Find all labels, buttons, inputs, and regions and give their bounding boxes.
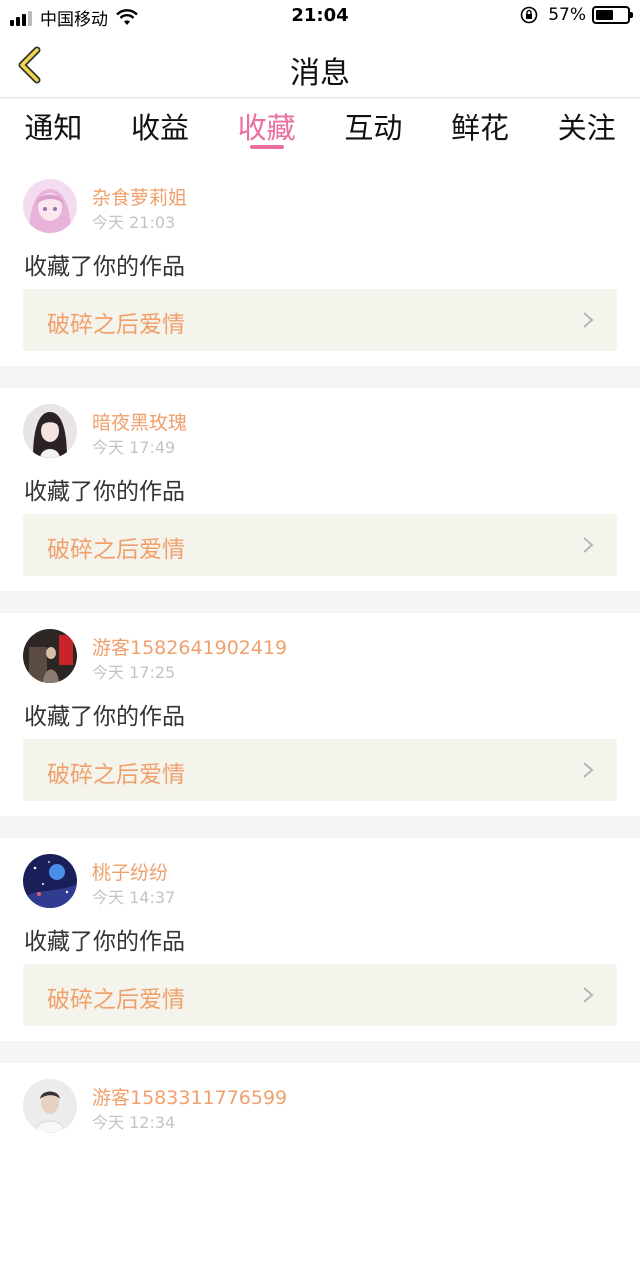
username[interactable]: 游客1583311776599 <box>92 1083 287 1110</box>
tab-label: 互动 <box>344 111 403 145</box>
battery-percent: 57% <box>548 5 586 25</box>
avatar[interactable] <box>23 854 77 908</box>
avatar[interactable] <box>23 179 77 233</box>
avatar-boy-image <box>23 1079 77 1133</box>
tab-label: 鲜花 <box>451 111 510 145</box>
timestamp: 今天 21:03 <box>92 213 176 232</box>
message-card: 游客1583311776599 今天 12:34 <box>0 1063 640 1266</box>
tab-favorites[interactable]: 收藏 <box>213 99 320 163</box>
work-link[interactable]: 破碎之后爱情 <box>23 514 617 576</box>
work-title: 破碎之后爱情 <box>47 537 185 563</box>
work-link[interactable]: 破碎之后爱情 <box>23 739 617 801</box>
action-text: 收藏了你的作品 <box>24 704 185 730</box>
action-text: 收藏了你的作品 <box>24 479 185 505</box>
message-card: 桃子纷纷 今天 14:37 收藏了你的作品 破碎之后爱情 <box>0 838 640 1041</box>
action-text: 收藏了你的作品 <box>24 254 185 280</box>
tab-flowers[interactable]: 鲜花 <box>427 99 534 163</box>
nav-bar: 消息 <box>0 32 640 98</box>
avatar[interactable] <box>23 629 77 683</box>
username[interactable]: 桃子纷纷 <box>92 858 168 885</box>
action-text: 收藏了你的作品 <box>24 929 185 955</box>
chevron-right-icon <box>583 762 594 778</box>
tab-earnings[interactable]: 收益 <box>107 99 214 163</box>
chevron-right-icon <box>583 537 594 553</box>
message-list: 杂食萝莉姐 今天 21:03 收藏了你的作品 破碎之后爱情 暗夜黑玫瑰 今天 1… <box>0 163 640 1266</box>
message-card: 暗夜黑玫瑰 今天 17:49 收藏了你的作品 破碎之后爱情 <box>0 388 640 591</box>
rotation-lock-icon <box>520 6 538 24</box>
work-title: 破碎之后爱情 <box>47 312 185 338</box>
tab-follows[interactable]: 关注 <box>533 99 640 163</box>
avatar-dark-hair-girl-image <box>23 404 77 458</box>
work-title: 破碎之后爱情 <box>47 987 185 1013</box>
timestamp: 今天 17:49 <box>92 438 176 457</box>
tab-label: 收藏 <box>237 111 296 145</box>
message-card: 游客1582641902419 今天 17:25 收藏了你的作品 破碎之后爱情 <box>0 613 640 816</box>
avatar-photo-image <box>23 629 77 683</box>
chevron-right-icon <box>583 312 594 328</box>
tab-label: 通知 <box>24 111 83 145</box>
timestamp: 今天 14:37 <box>92 888 176 907</box>
username[interactable]: 杂食萝莉姐 <box>92 183 187 210</box>
timestamp: 今天 12:34 <box>92 1113 176 1132</box>
avatar-space-image <box>23 854 77 908</box>
tab-label: 关注 <box>557 111 616 145</box>
work-link[interactable]: 破碎之后爱情 <box>23 289 617 351</box>
message-card: 杂食萝莉姐 今天 21:03 收藏了你的作品 破碎之后爱情 <box>0 163 640 366</box>
avatar[interactable] <box>23 1079 77 1133</box>
chevron-right-icon <box>583 987 594 1003</box>
tab-notifications[interactable]: 通知 <box>0 99 107 163</box>
page-title: 消息 <box>290 56 350 91</box>
timestamp: 今天 17:25 <box>92 663 176 682</box>
status-bar: 中国移动 21:04 57% <box>0 0 640 32</box>
username[interactable]: 游客1582641902419 <box>92 633 287 660</box>
battery-icon <box>592 6 633 24</box>
status-right: 57% <box>520 5 633 25</box>
username[interactable]: 暗夜黑玫瑰 <box>92 408 187 435</box>
work-link[interactable]: 破碎之后爱情 <box>23 964 617 1026</box>
active-tab-indicator <box>249 145 284 149</box>
avatar[interactable] <box>23 404 77 458</box>
work-title: 破碎之后爱情 <box>47 762 185 788</box>
tab-bar: 通知 收益 收藏 互动 鲜花 关注 <box>0 99 640 163</box>
avatar-anime-girl-image <box>23 179 77 233</box>
tab-label: 收益 <box>131 111 190 145</box>
tab-interactions[interactable]: 互动 <box>320 99 427 163</box>
